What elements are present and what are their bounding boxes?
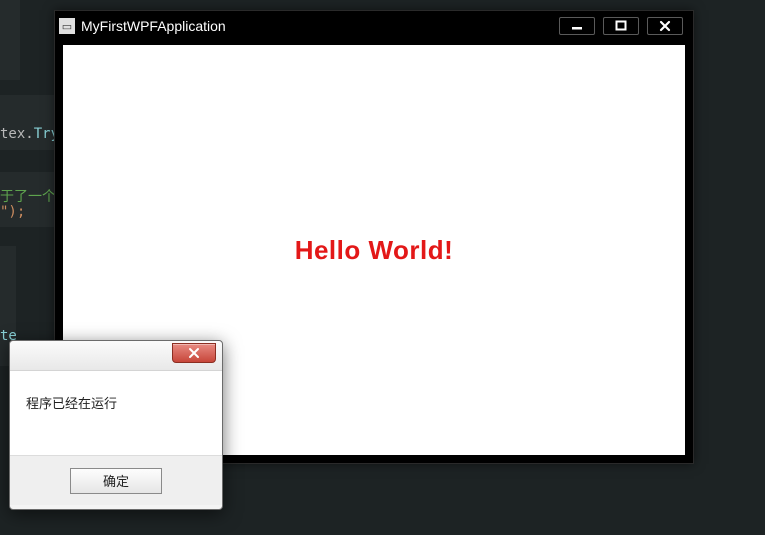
messagebox-dialog: 程序已经在运行 确定 (9, 340, 223, 510)
window-title: MyFirstWPFApplication (81, 18, 559, 34)
editor-gutter (0, 95, 58, 150)
editor-gutter (0, 0, 20, 80)
dialog-close-button[interactable] (172, 343, 216, 363)
maximize-button[interactable] (603, 17, 639, 35)
dialog-message-text: 程序已经在运行 (26, 396, 117, 411)
dialog-titlebar[interactable] (10, 341, 222, 371)
app-icon: ▭ (59, 18, 75, 34)
close-icon (187, 347, 201, 359)
dialog-body: 程序已经在运行 (10, 371, 222, 455)
close-button[interactable] (647, 17, 683, 35)
hello-world-text: Hello World! (295, 235, 454, 266)
editor-gutter (0, 172, 58, 227)
dialog-footer: 确定 (10, 455, 222, 505)
minimize-button[interactable] (559, 17, 595, 35)
titlebar[interactable]: ▭ MyFirstWPFApplication (55, 11, 693, 41)
ok-button[interactable]: 确定 (70, 468, 162, 494)
window-controls (559, 17, 689, 35)
